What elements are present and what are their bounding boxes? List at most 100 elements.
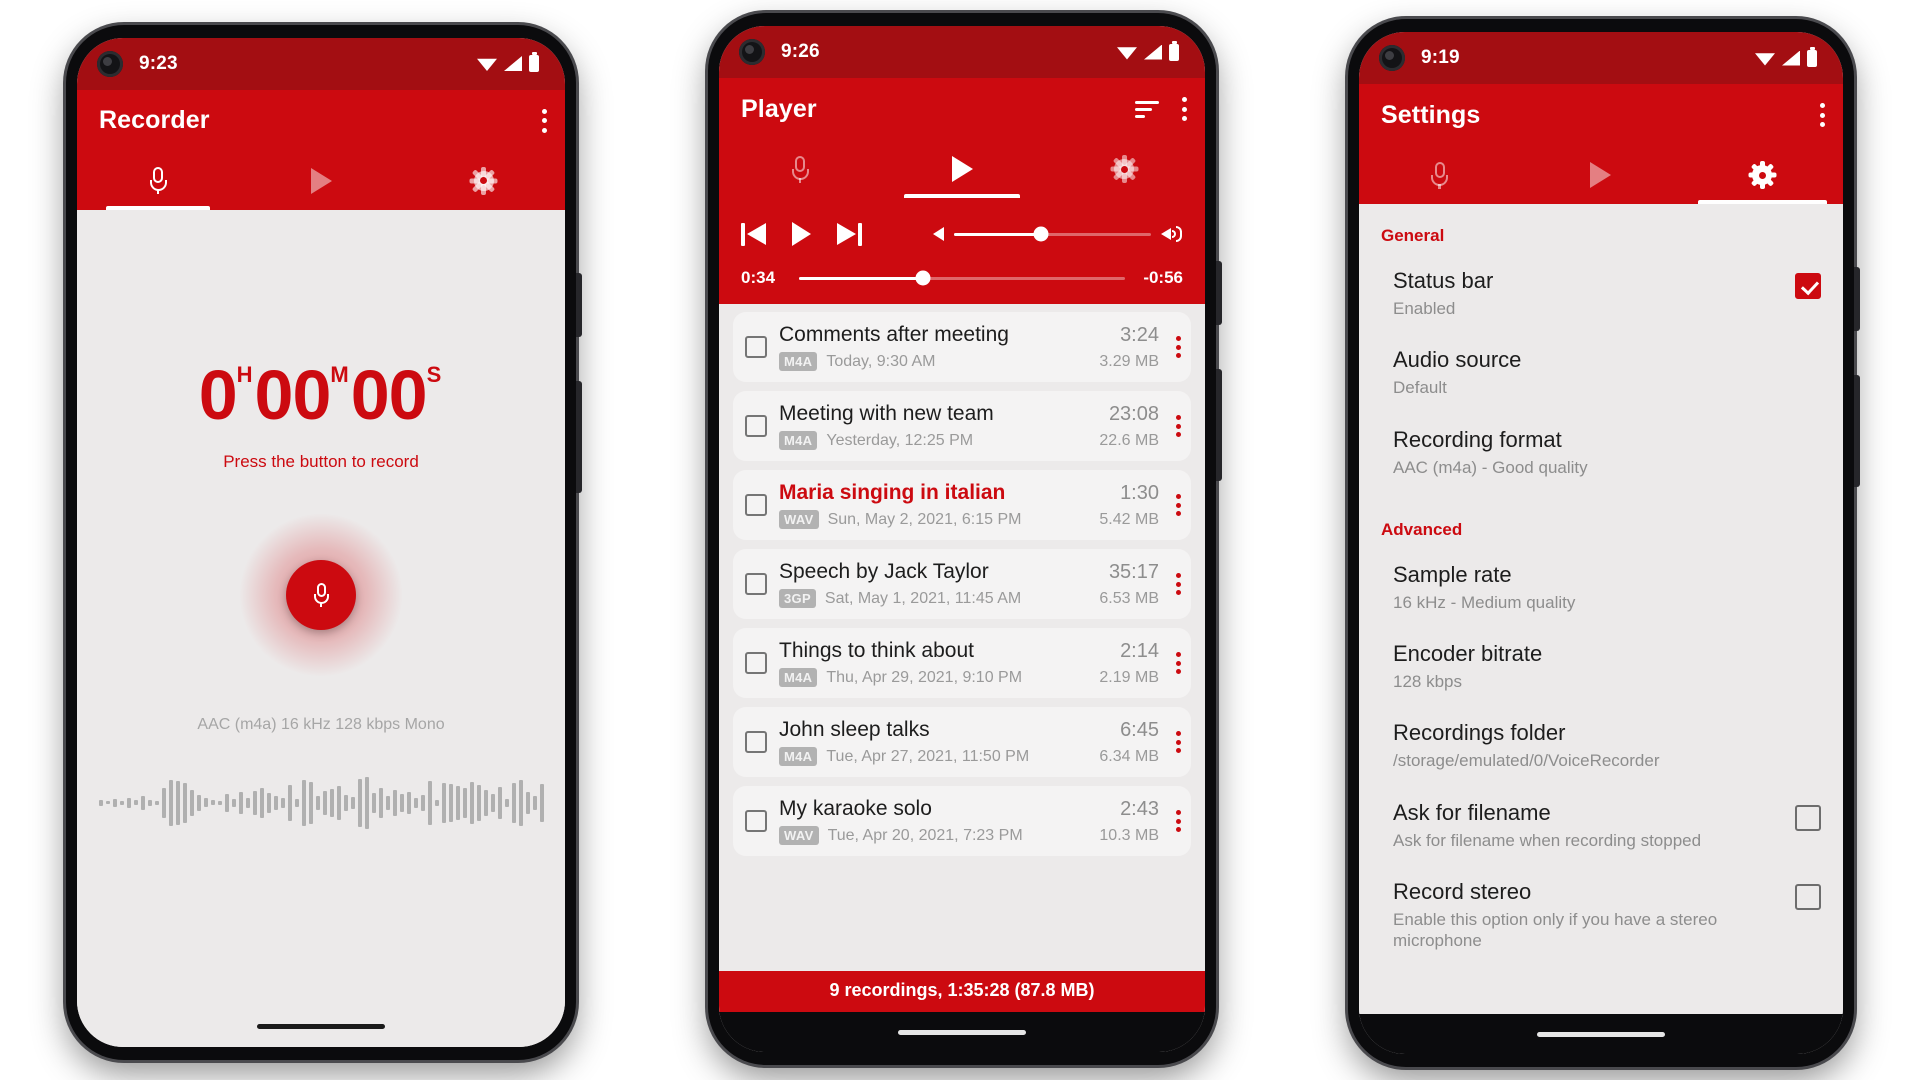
waveform-bar	[497, 786, 502, 819]
settings-row-title: Recordings folder	[1393, 720, 1566, 746]
recording-list-item[interactable]: Comments after meeting 3:24 M4A Today, 9:30…	[733, 312, 1191, 382]
recording-title: Meeting with new team	[779, 402, 994, 425]
recording-list-item[interactable]: Things to think about 2:14 M4A Thu, Apr 29,…	[733, 628, 1191, 698]
settings-row[interactable]: Sample rate 16 kHz - Medium quality	[1359, 548, 1843, 627]
recording-meta-row: M4A Yesterday, 12:25 PM 22.6 MB	[779, 431, 1159, 450]
home-gesture-pill[interactable]	[898, 1029, 1026, 1035]
settings-row[interactable]: Recordings folder/storage/emulated/0/Voi…	[1359, 706, 1843, 785]
volume-button[interactable]	[1854, 375, 1860, 487]
previous-track-icon[interactable]	[741, 222, 766, 246]
tab-record[interactable]	[77, 152, 240, 210]
recording-checkbox[interactable]	[745, 415, 767, 437]
recording-details: Things to think about 2:14 M4A Thu, Apr 29,…	[779, 639, 1159, 687]
tab-record[interactable]	[719, 140, 881, 198]
overflow-menu-icon[interactable]	[541, 108, 547, 133]
seek-slider[interactable]	[799, 270, 1125, 286]
recording-checkbox[interactable]	[745, 652, 767, 674]
record-button[interactable]	[286, 559, 356, 630]
recording-list-item[interactable]: John sleep talks 6:45 M4A Tue, Apr 27, 2021…	[733, 707, 1191, 777]
settings-row[interactable]: Encoder bitrate 128 kbps	[1359, 627, 1843, 706]
recording-meta-row: M4A Thu, Apr 29, 2021, 9:10 PM 2.19 MB	[779, 668, 1159, 687]
tab-settings[interactable]	[1043, 140, 1205, 198]
recording-overflow-icon[interactable]	[1175, 336, 1181, 358]
recording-title-row: Meeting with new team 23:08	[779, 402, 1159, 426]
recording-overflow-icon[interactable]	[1175, 573, 1181, 595]
tab-bar	[1359, 146, 1843, 204]
sort-icon[interactable]	[1135, 100, 1159, 118]
recording-title: Things to think about	[779, 639, 974, 662]
recording-duration: 2:43	[1120, 798, 1159, 820]
waveform-bar	[364, 776, 369, 829]
waveform-bar	[231, 798, 236, 807]
waveform-bar	[504, 798, 509, 807]
timer-hours-unit: H	[236, 361, 253, 387]
settings-section-heading: General	[1381, 226, 1445, 245]
settings-row[interactable]: Status bar Enabled	[1359, 254, 1843, 333]
settings-row[interactable]: Ask for filename Ask for filename when re…	[1359, 786, 1843, 865]
recording-format-info: AAC (m4a) 16 kHz 128 kbps Mono	[197, 715, 445, 733]
waveform-bar	[518, 779, 523, 826]
waveform-bar	[259, 787, 264, 818]
power-button[interactable]	[1216, 261, 1222, 325]
next-track-icon[interactable]	[837, 222, 862, 246]
volume-button[interactable]	[1216, 369, 1222, 481]
microphone-icon	[313, 582, 329, 607]
recorder-body: 0 H 00 M 00 S Press the button to record	[77, 209, 565, 1007]
settings-checkbox[interactable]	[1795, 883, 1821, 910]
timer-minutes-unit: M	[330, 361, 348, 387]
overflow-menu-icon[interactable]	[1181, 97, 1187, 121]
recording-overflow-icon[interactable]	[1175, 494, 1181, 516]
recording-overflow-icon[interactable]	[1175, 810, 1181, 832]
recording-checkbox[interactable]	[745, 494, 767, 516]
recording-duration: 6:45	[1120, 719, 1159, 741]
recording-title: My karaoke solo	[779, 797, 932, 820]
tab-player[interactable]	[240, 152, 403, 210]
power-button[interactable]	[576, 272, 582, 337]
three-phone-showcase: 9:23 Recorder 0 H 00 M 00 S Press the bu…	[0, 0, 1920, 1080]
waveform-bar	[203, 798, 208, 807]
settings-row-text: Audio source Default	[1393, 347, 1821, 398]
volume-slider[interactable]	[954, 226, 1151, 242]
recording-overflow-icon[interactable]	[1175, 652, 1181, 674]
settings-checkbox[interactable]	[1795, 804, 1821, 831]
home-gesture-pill[interactable]	[257, 1024, 385, 1029]
power-button[interactable]	[1854, 267, 1860, 331]
tab-settings[interactable]	[1682, 146, 1843, 204]
recording-list-item[interactable]: Meeting with new team 23:08 M4A Yesterday, …	[733, 391, 1191, 461]
recording-list-item[interactable]: Maria singing in italian 1:30 WAV Sun, May …	[733, 470, 1191, 540]
waveform-bar	[476, 784, 481, 821]
recording-overflow-icon[interactable]	[1175, 415, 1181, 437]
overflow-menu-icon[interactable]	[1819, 103, 1825, 127]
recording-checkbox[interactable]	[745, 810, 767, 832]
home-gesture-pill[interactable]	[1537, 1031, 1665, 1037]
seek-slider-knob[interactable]	[915, 270, 931, 286]
tab-player[interactable]	[881, 140, 1043, 198]
recording-list-item[interactable]: My karaoke solo 2:43 WAV Tue, Apr 20, 2021,…	[733, 786, 1191, 856]
waveform-bar	[224, 793, 229, 812]
recording-checkbox[interactable]	[745, 573, 767, 595]
recording-meta-row: M4A Today, 9:30 AM 3.29 MB	[779, 352, 1159, 371]
tab-record[interactable]	[1359, 146, 1520, 204]
recording-checkbox[interactable]	[745, 336, 767, 358]
settings-row-subtitle: Enable this option only if you have a st…	[1393, 909, 1718, 950]
settings-body[interactable]: General Status bar Enabled Audio source Defa…	[1359, 204, 1843, 1014]
settings-row-text: Encoder bitrate 128 kbps	[1393, 641, 1821, 692]
volume-slider-fill	[954, 232, 1041, 236]
settings-row-subtitle: Enabled	[1393, 299, 1456, 318]
settings-row[interactable]: Record stereo Enable this option only if …	[1359, 865, 1843, 966]
settings-checkbox[interactable]	[1795, 273, 1821, 299]
recordings-list[interactable]: Comments after meeting 3:24 M4A Today, 9:30…	[719, 304, 1205, 1012]
waveform-bar	[406, 791, 411, 814]
settings-row-text: Status bar Enabled	[1393, 268, 1795, 319]
volume-slider-knob[interactable]	[1033, 226, 1049, 242]
tab-player[interactable]	[1520, 146, 1681, 204]
volume-button[interactable]	[576, 380, 582, 493]
settings-row[interactable]: Recording format AAC (m4a) - Good quality	[1359, 413, 1843, 492]
recording-overflow-icon[interactable]	[1175, 731, 1181, 753]
settings-row-title: Audio source	[1393, 347, 1522, 373]
tab-settings[interactable]	[402, 152, 565, 210]
settings-row[interactable]: Audio source Default	[1359, 333, 1843, 412]
recording-checkbox[interactable]	[745, 731, 767, 753]
play-icon[interactable]	[792, 222, 811, 246]
recording-list-item[interactable]: Speech by Jack Taylor 35:17 3GP Sat, May 1,…	[733, 549, 1191, 619]
